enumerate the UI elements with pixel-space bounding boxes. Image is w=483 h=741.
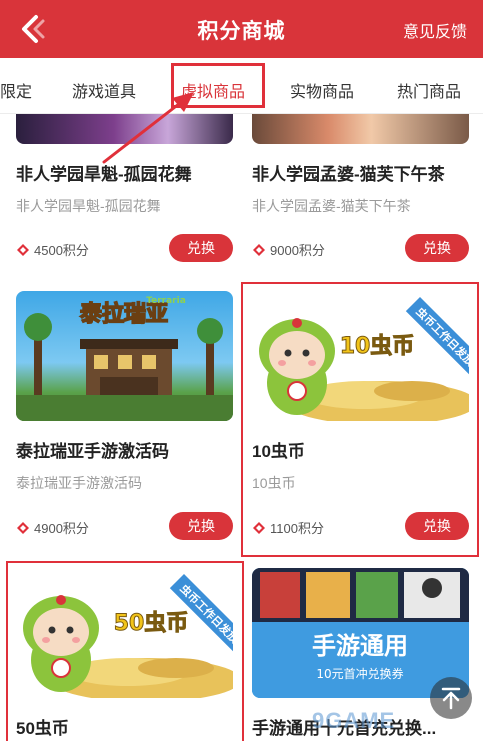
voucher-subtitle-text: 10元首冲兑换券 xyxy=(316,666,403,681)
product-image: 50虫币 虫币工作日发放 xyxy=(16,568,233,698)
active-tab-highlight xyxy=(171,63,265,108)
product-image: 泰拉瑞亚 Terraria xyxy=(16,291,233,421)
tab-game-items[interactable]: 游戏道具 xyxy=(72,78,136,102)
product-card[interactable]: 10虫币 虫币工作日发放 10虫币 10虫币 1100积分 兑换 xyxy=(252,291,469,551)
redeem-button[interactable]: 兑换 xyxy=(169,512,233,540)
product-points: 4900积分 xyxy=(16,518,89,537)
product-subtitle: 非人学园孟婆-猫芙下午茶 xyxy=(252,198,411,214)
voucher-title-text: 手游通用 xyxy=(312,632,408,660)
product-points: 4500积分 xyxy=(16,240,89,259)
feedback-button[interactable]: 意见反馈 xyxy=(403,18,467,42)
product-points: 9000积分 xyxy=(252,240,325,259)
coin-amount-text: 10虫币 xyxy=(340,333,415,359)
terraria-logo-subtext: Terraria xyxy=(146,296,186,306)
coin-icon xyxy=(253,243,265,256)
tab-hot-goods[interactable]: 热门商品 xyxy=(397,78,461,102)
coin-icon xyxy=(17,243,29,256)
arrow-up-icon xyxy=(441,687,461,710)
redeem-button[interactable]: 兑换 xyxy=(169,234,233,262)
redeem-button[interactable]: 兑换 xyxy=(405,234,469,262)
redeem-button[interactable]: 兑换 xyxy=(405,512,469,540)
bug-coin-artwork: 50虫币 虫币工作日发放 xyxy=(23,574,233,698)
product-title: 10虫币 xyxy=(252,442,305,461)
product-title: 泰拉瑞亚手游激活码 xyxy=(16,442,169,461)
product-title: 非人学园旱魁-孤园花舞 xyxy=(16,165,192,184)
product-points-value: 4500积分 xyxy=(34,243,89,258)
product-points-value: 9000积分 xyxy=(270,243,325,258)
watermark-logo: 9GAME xyxy=(312,708,396,733)
coin-amount-text: 50虫币 xyxy=(114,610,189,636)
product-title: 非人学园孟婆-猫芙下午茶 xyxy=(252,165,445,184)
product-subtitle: 非人学园旱魁-孤园花舞 xyxy=(16,198,161,214)
product-points-value: 1100积分 xyxy=(270,521,324,536)
ribbon-text: 虫币工作日发放 xyxy=(413,304,469,369)
coin-icon xyxy=(17,521,29,534)
product-card[interactable]: 非人学园孟婆-猫芙下午茶 非人学园孟婆-猫芙下午茶 9000积分 兑换 xyxy=(252,114,469,264)
product-card[interactable]: 非人学园旱魁-孤园花舞 非人学园旱魁-孤园花舞 4500积分 兑换 xyxy=(16,114,233,264)
bug-coin-artwork: 10虫币 虫币工作日发放 xyxy=(259,297,469,421)
product-image xyxy=(252,114,469,144)
tab-limited[interactable]: 限定 xyxy=(0,78,32,102)
scroll-top-button[interactable] xyxy=(430,677,472,719)
terraria-artwork: 泰拉瑞亚 Terraria xyxy=(16,296,233,421)
app-header: 积分商城 意见反馈 xyxy=(0,0,483,58)
product-points: 1100积分 xyxy=(252,518,324,537)
coin-icon xyxy=(253,521,265,534)
product-card[interactable]: 泰拉瑞亚 Terraria 泰拉瑞亚手游激活码 泰拉瑞亚手游激活码 4900积分… xyxy=(16,291,233,551)
tab-physical-goods[interactable]: 实物商品 xyxy=(290,78,354,102)
product-subtitle: 10虫币 xyxy=(252,475,296,491)
product-points-value: 4900积分 xyxy=(34,521,89,536)
product-card[interactable]: 50虫币 虫币工作日发放 50虫币 xyxy=(16,568,233,741)
product-image: 10虫币 虫币工作日发放 xyxy=(252,291,469,421)
product-subtitle: 泰拉瑞亚手游激活码 xyxy=(16,475,142,491)
product-title: 50虫币 xyxy=(16,719,69,738)
product-image xyxy=(16,114,233,144)
